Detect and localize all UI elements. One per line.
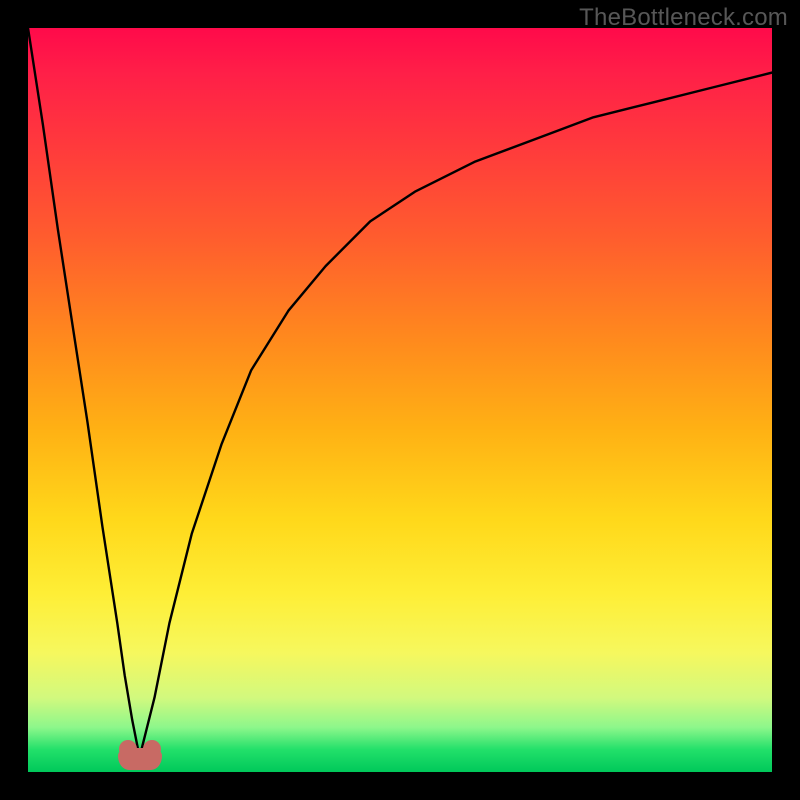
watermark-label: TheBottleneck.com [579, 4, 788, 32]
plot-area [28, 28, 772, 772]
curve-layer [28, 28, 772, 772]
valley-marker-icon [118, 748, 162, 770]
chart-frame: TheBottleneck.com [0, 0, 800, 800]
bottleneck-curve [28, 28, 772, 757]
